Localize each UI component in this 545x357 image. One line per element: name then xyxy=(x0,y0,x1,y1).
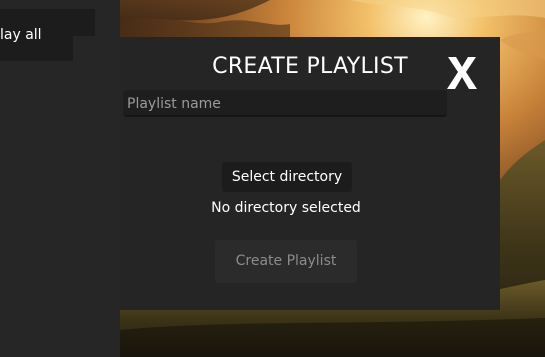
close-button[interactable] xyxy=(442,53,482,93)
directory-status-text: No directory selected xyxy=(211,200,361,216)
create-playlist-button[interactable]: Create Playlist xyxy=(215,240,357,283)
left-panel: lay all xyxy=(0,0,120,357)
close-icon[interactable] xyxy=(442,53,482,93)
play-all-label[interactable]: lay all xyxy=(0,26,42,44)
select-directory-button[interactable]: Select directory xyxy=(222,162,352,192)
create-playlist-dialog: CREATE PLAYLIST Select directory No dire… xyxy=(120,37,500,310)
playlist-name-input[interactable] xyxy=(123,90,447,117)
